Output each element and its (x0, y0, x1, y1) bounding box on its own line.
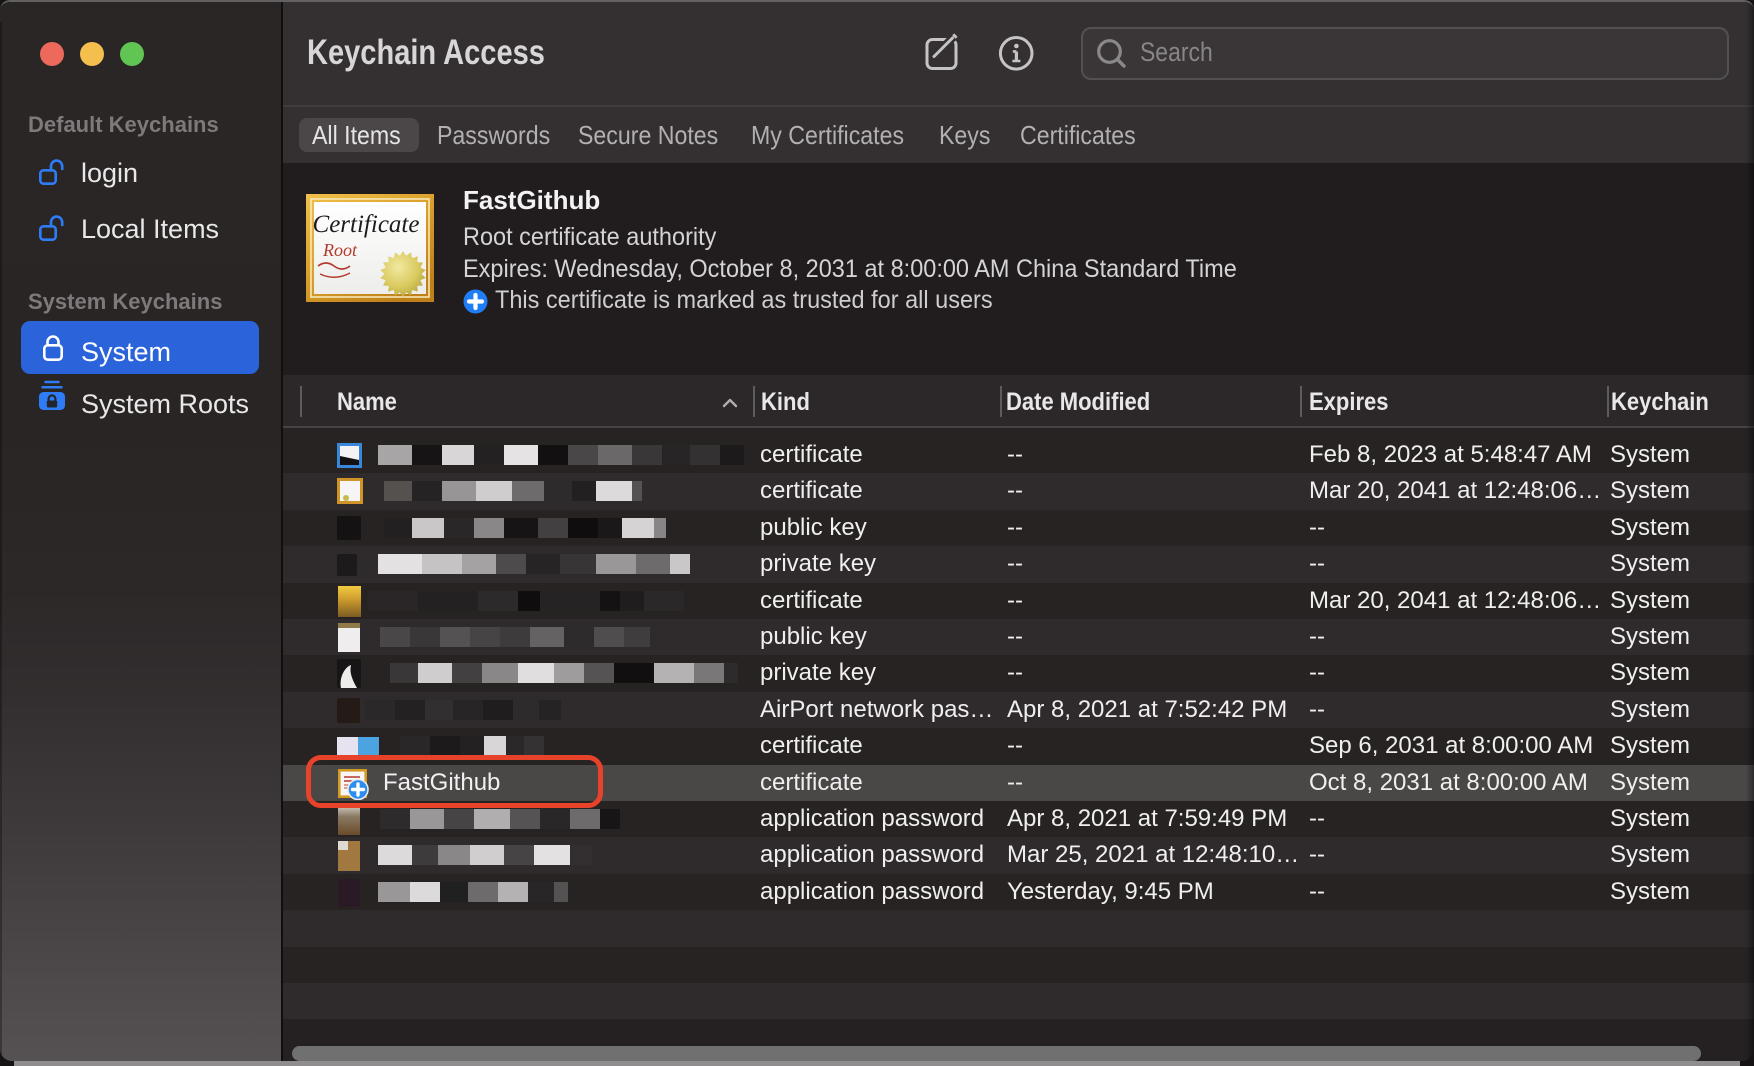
svg-text:Certificate: Certificate (313, 211, 420, 238)
svg-text:Root: Root (322, 240, 358, 260)
